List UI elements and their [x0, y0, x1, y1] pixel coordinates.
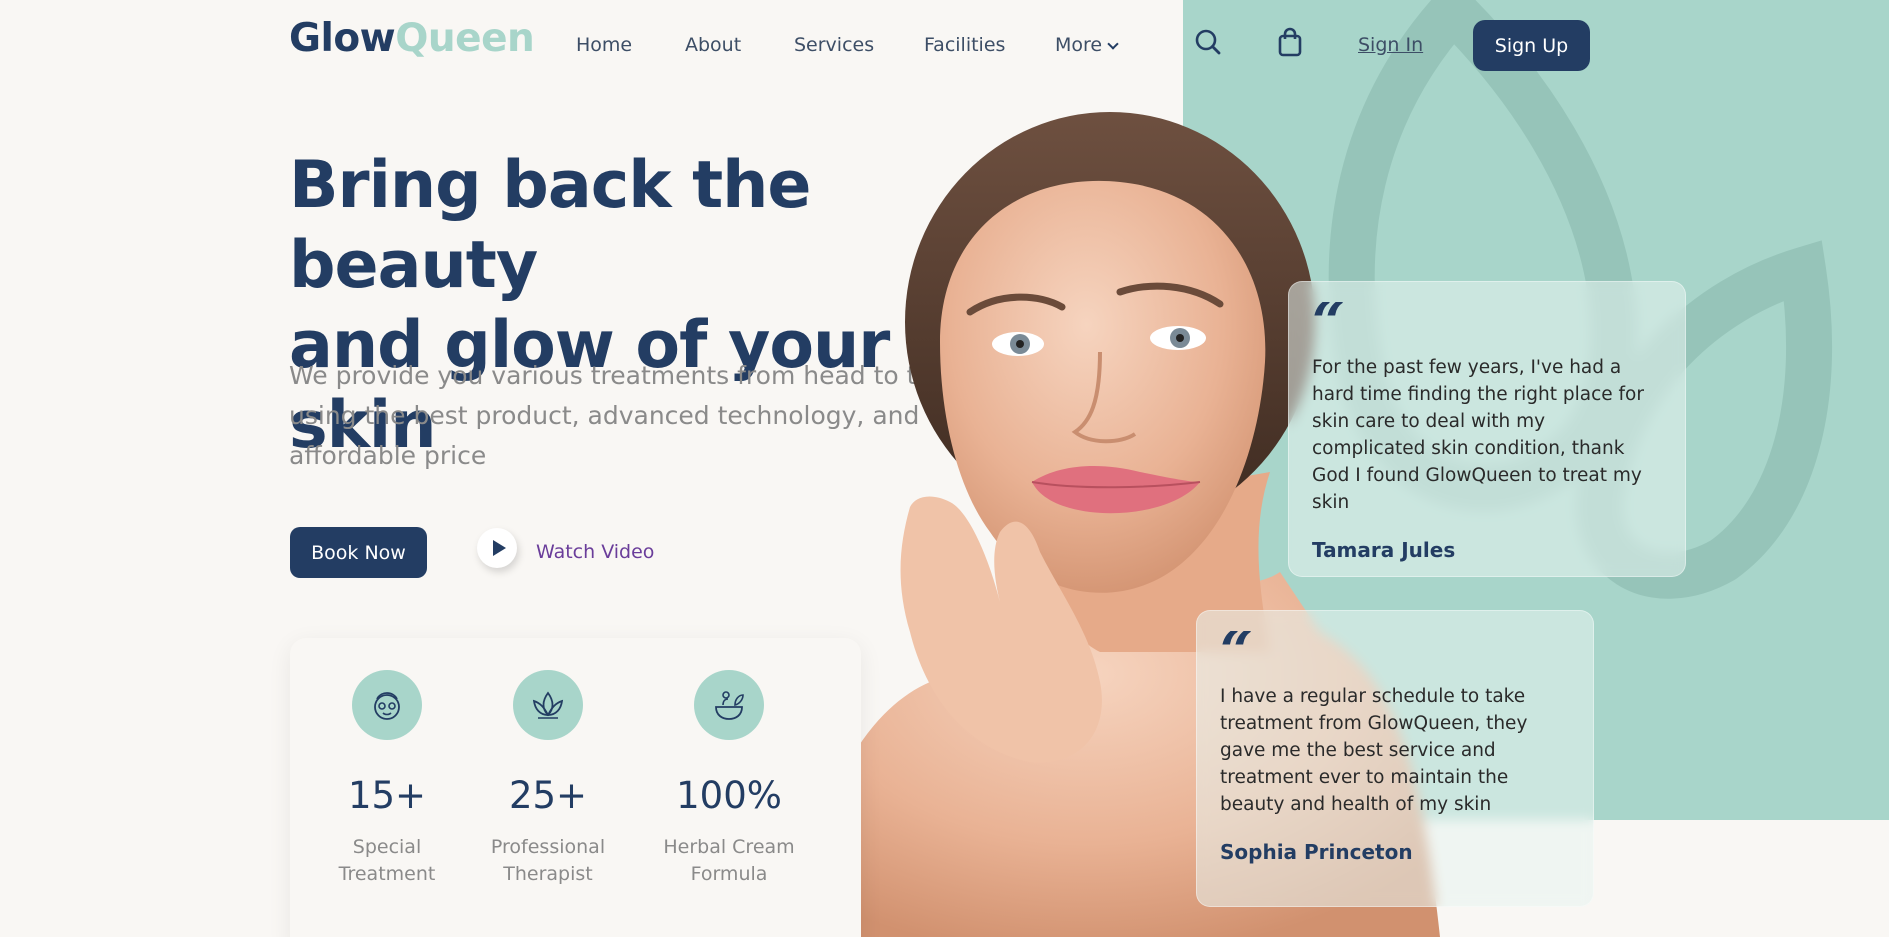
- watch-video-link[interactable]: Watch Video: [536, 541, 654, 563]
- nav-home[interactable]: Home: [576, 34, 632, 56]
- sign-up-button[interactable]: Sign Up: [1473, 20, 1590, 71]
- nav-more-label: More: [1055, 34, 1103, 56]
- nav-services[interactable]: Services: [794, 34, 874, 56]
- testimonial-card: “ I have a regular schedule to take trea…: [1196, 610, 1594, 907]
- stat-herbal-cream: 100% Herbal Cream Formula: [649, 670, 809, 888]
- shopping-bag-icon[interactable]: [1277, 27, 1303, 61]
- logo-part-glow: Glow: [289, 16, 396, 61]
- stat-label-line: Formula: [690, 863, 768, 885]
- stats-card: 15+ Special Treatment 25+ Professional T…: [290, 638, 861, 937]
- testimonial-card: “ For the past few years, I've had a har…: [1288, 281, 1686, 577]
- play-video-button[interactable]: [477, 528, 517, 568]
- stat-label: Special Treatment: [307, 834, 467, 888]
- herbal-bowl-icon: [694, 670, 764, 740]
- search-icon[interactable]: [1194, 28, 1222, 60]
- stat-label-line: Professional: [490, 836, 606, 858]
- book-now-button[interactable]: Book Now: [290, 527, 427, 578]
- logo-part-queen: Queen: [395, 16, 535, 61]
- lotus-icon: [513, 670, 583, 740]
- sign-in-link[interactable]: Sign In: [1358, 34, 1423, 56]
- stat-label-line: Treatment: [338, 863, 436, 885]
- testimonial-quote: I have a regular schedule to take treatm…: [1220, 686, 1528, 815]
- nav-facilities[interactable]: Facilities: [924, 34, 1005, 56]
- testimonial-author: Tamara Jules: [1312, 538, 1456, 562]
- stat-label-line: Special: [352, 836, 422, 858]
- quote-icon: “: [1220, 631, 1254, 665]
- face-mask-icon: [352, 670, 422, 740]
- stat-value: 100%: [676, 774, 782, 817]
- testimonial-quote: For the past few years, I've had a hard …: [1312, 357, 1644, 513]
- nav-more[interactable]: More: [1055, 34, 1119, 56]
- stat-label: Herbal Cream Formula: [649, 834, 809, 888]
- play-icon: [492, 540, 506, 556]
- testimonial-author: Sophia Princeton: [1220, 840, 1413, 864]
- stat-label-line: Therapist: [503, 863, 593, 885]
- stat-value: 25+: [508, 774, 588, 817]
- brand-logo[interactable]: GlowQueen: [289, 16, 535, 61]
- stat-value: 15+: [347, 774, 427, 817]
- quote-icon: “: [1312, 302, 1346, 336]
- stat-label: Professional Therapist: [468, 834, 628, 888]
- stat-label-line: Herbal Cream: [663, 836, 795, 858]
- nav-about[interactable]: About: [685, 34, 741, 56]
- stat-special-treatment: 15+ Special Treatment: [307, 670, 467, 888]
- stat-professional-therapist: 25+ Professional Therapist: [468, 670, 628, 888]
- chevron-down-icon: [1107, 38, 1119, 50]
